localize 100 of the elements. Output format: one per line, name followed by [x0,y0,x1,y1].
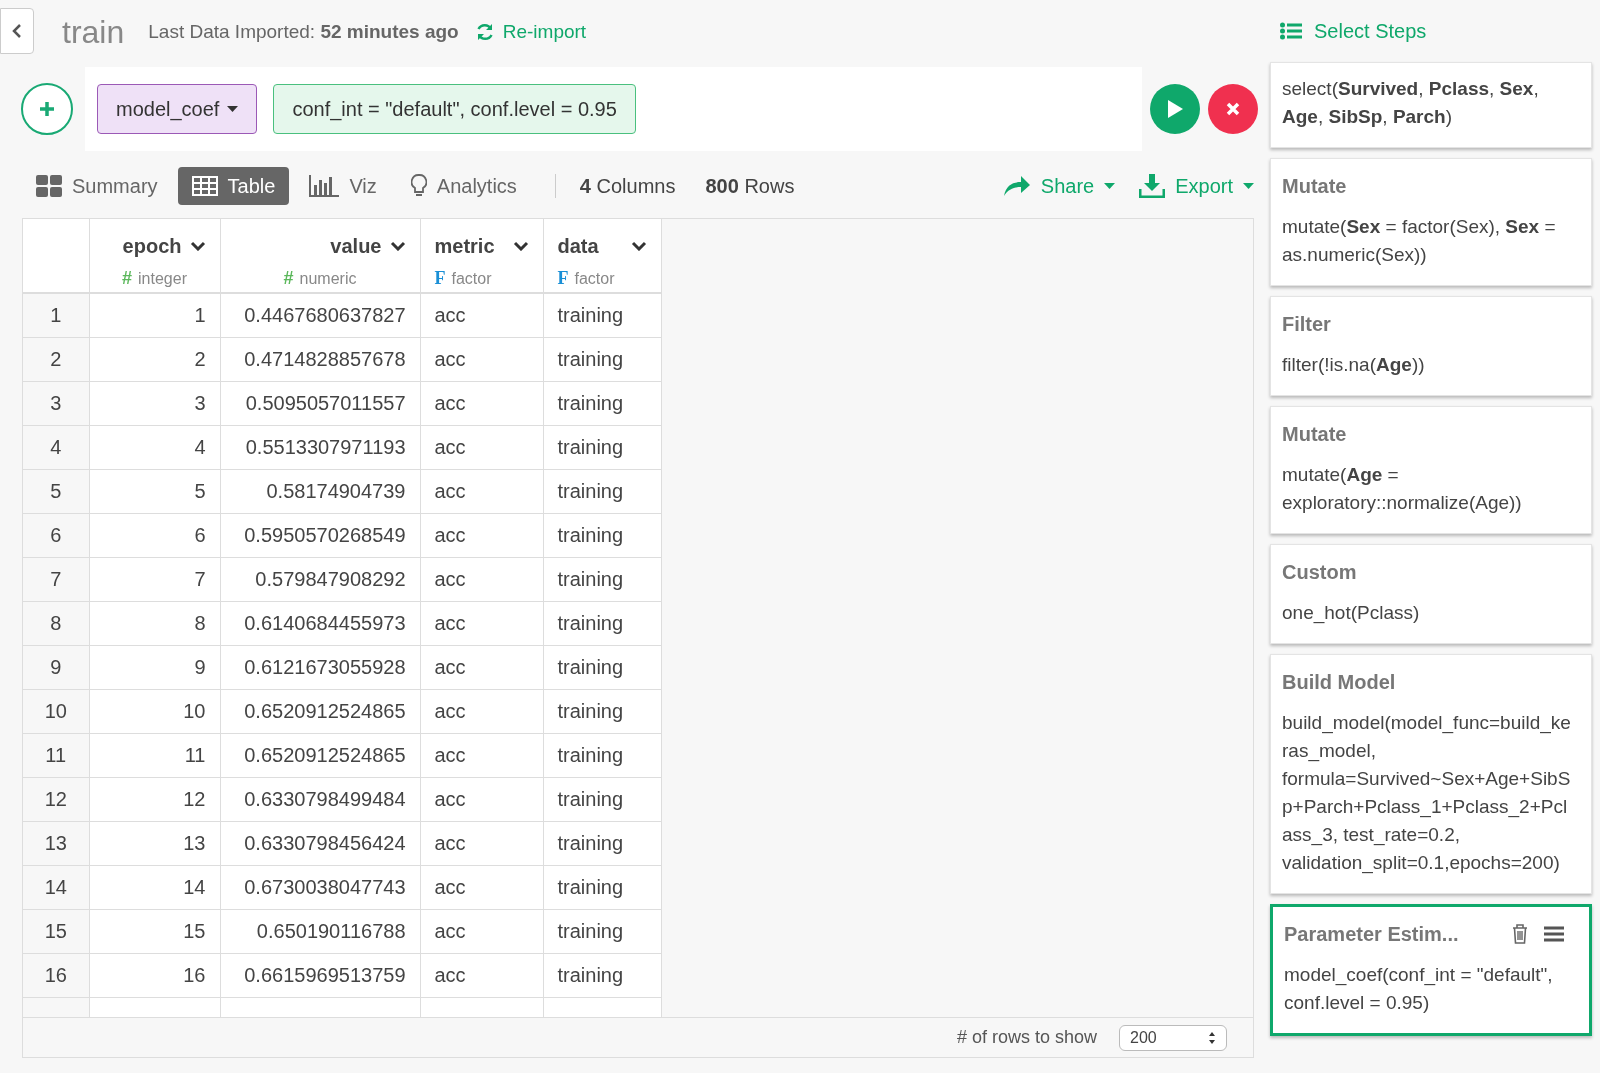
grid-icon [36,175,62,197]
step-card[interactable]: Mutate mutate(Age = exploratory::normalize(Age)) [1270,406,1592,534]
column-type: numeric [299,268,357,289]
back-button[interactable] [0,8,34,54]
table-cell: 3 [89,381,220,425]
caret-icon [1104,183,1116,189]
count-label: 800 Rows [705,174,795,199]
cancel-button[interactable] [1208,84,1258,134]
table-cell: acc [420,425,543,469]
table-cell: acc [420,513,543,557]
table-cell: training [543,513,661,557]
table-cell: 4 [89,425,220,469]
step-card[interactable]: Custom one_hot(Pclass) [1270,544,1592,644]
chevron-down-icon[interactable] [630,241,647,251]
table-cell: acc [420,777,543,821]
column-name: value [330,234,382,259]
view-tab[interactable]: Summary [22,167,172,205]
table-cell: 11 [89,733,220,777]
table-cell: 2 [89,337,220,381]
table-cell: 0.6140684455973 [220,601,420,645]
menu-icon[interactable] [1544,926,1564,942]
view-tab[interactable]: Table [177,167,290,205]
row-number: 4 [23,425,89,469]
step-code: build_model(model_func=build_keras_model, formula=Survived~Sex+Age+SibSp+Parch+Pclass_1+Pclass_2+Pclass_3, test_rate=0.2, validation_split=0.1,epochs=200) [1282,711,1572,876]
step-card[interactable]: select(Survived, Pclass, Sex, Age, SibSp, Parch) [1270,62,1592,148]
step-title: Custom [1282,560,1357,585]
table-cell: 0.5950570268549 [220,513,420,557]
table-cell: training [543,733,661,777]
dataset-title: train [62,13,125,52]
table-cell: acc [420,337,543,381]
step-card[interactable]: Mutate mutate(Sex = factor(Sex), Sex = as.numeric(Sex)) [1270,158,1592,286]
table-cell: 0.6330798456424 [220,821,420,865]
column-name: metric [434,234,495,259]
factor-icon: F [557,265,569,292]
table-cell: 16 [89,953,220,997]
table-cell: training [543,601,661,645]
table-cell: 5 [89,469,220,513]
chevron-down-icon[interactable] [389,241,406,251]
column-type: factor [574,268,615,289]
table-cell: training [543,777,661,821]
table-cell: 0.6615969513759 [220,953,420,997]
run-button[interactable] [1150,84,1200,134]
step-card[interactable]: Build Model build_model(model_func=build_keras_model, formula=Survived~Sex+Age+SibSp+Parch+Pclass_1+Pclass_2+Pclass_3, test_rate=0.2, validation_split=0.1,epochs=200) [1270,654,1592,894]
row-number: 10 [23,689,89,733]
table-cell: 14 [89,865,220,909]
step-title: Parameter Estim... [1284,922,1459,947]
row-number: 8 [23,601,89,645]
step-code: select(Survived, Pclass, Sex, Age, SibSp, Parch) [1282,77,1540,129]
table-cell: 9 [89,645,220,689]
share-arrow-icon [1002,175,1031,197]
table-cell: 0.579847908292 [220,557,420,601]
step-title: Build Model [1282,670,1396,695]
table-cell: acc [420,689,543,733]
table-cell: 8 [89,601,220,645]
hash-icon: # [122,265,133,292]
add-step-button[interactable] [21,83,73,135]
trash-icon[interactable] [1512,924,1528,944]
row-number: 13 [23,821,89,865]
column-name: data [557,234,599,259]
view-tab[interactable]: Analytics [396,167,531,205]
row-number: 12 [23,777,89,821]
table-cell: acc [420,733,543,777]
table-cell: 0.6121673055928 [220,645,420,689]
arguments-field[interactable]: conf_int = "default", conf.level = 0.95 [273,84,636,134]
step-card[interactable]: Filter filter(!is.na(Age)) [1270,296,1592,396]
row-number: 11 [23,733,89,777]
table-cell: 0.6520912524865 [220,689,420,733]
table-cell: acc [420,865,543,909]
table-icon [191,176,218,196]
table-cell: training [543,557,661,601]
step-title: Mutate [1282,422,1347,447]
table-cell: 12 [89,777,220,821]
rows-to-show-select[interactable]: 200 [1119,1024,1227,1051]
caret-icon [1243,183,1254,189]
list-icon [1280,22,1302,40]
download-icon [1139,174,1166,198]
table-cell: acc [420,293,543,337]
table-cell: 0.6730038047743 [220,865,420,909]
play-icon [1166,99,1184,119]
table-cell: 0.5095057011557 [220,381,420,425]
step-card[interactable]: Parameter Estim... model_coef(conf_int = "default", conf.level = 0.95) [1270,904,1592,1036]
table-cell: acc [420,557,543,601]
row-number: 5 [23,469,89,513]
step-code: one_hot(Pclass) [1282,601,1421,626]
step-code: mutate(Sex = factor(Sex), Sex = as.numeric(Sex)) [1282,215,1557,267]
chevron-down-icon[interactable] [512,241,529,251]
table-cell: acc [420,909,543,953]
chevron-down-icon[interactable] [189,241,206,251]
table-cell: 0.650190116788 [220,909,420,953]
step-title: Mutate [1282,174,1347,199]
row-number: 7 [23,557,89,601]
table-cell: training [543,293,661,337]
hash-icon: # [283,265,294,292]
table-cell: 0.5513307971193 [220,425,420,469]
view-tab[interactable]: Viz [295,167,391,205]
row-number: 2 [23,337,89,381]
table-cell: 6 [89,513,220,557]
step-title: Filter [1282,312,1331,337]
function-dropdown[interactable]: model_coef [97,84,258,134]
table-cell: acc [420,469,543,513]
